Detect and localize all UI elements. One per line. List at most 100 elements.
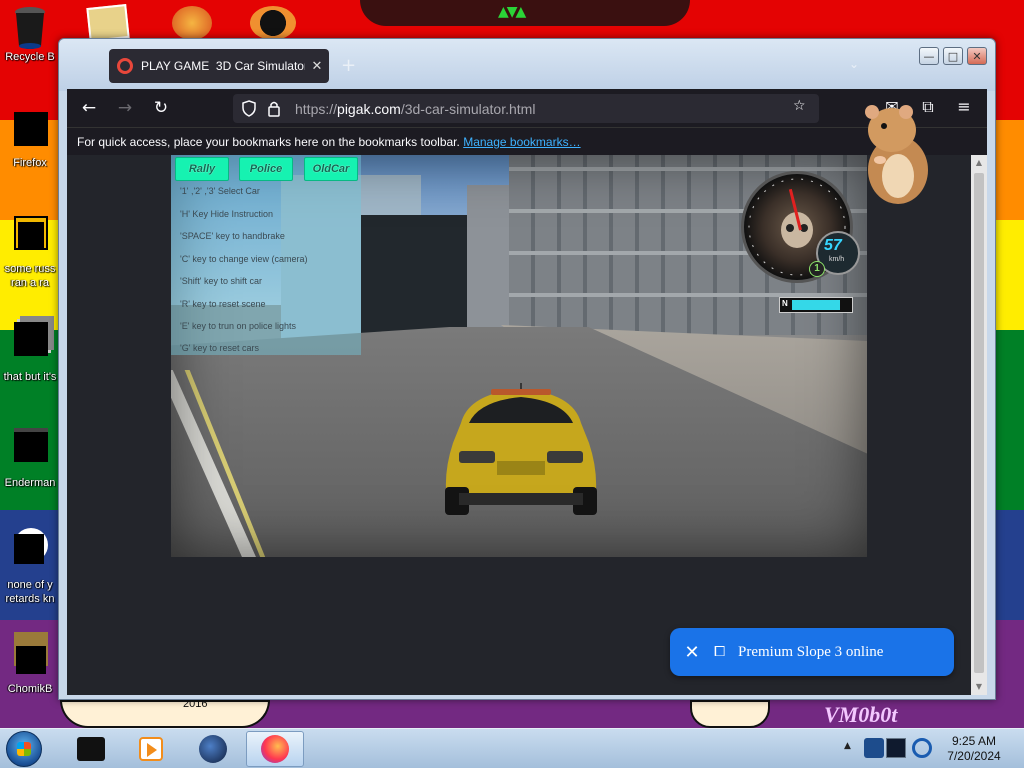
minimize-button[interactable]: —: [919, 47, 939, 65]
system-clock[interactable]: 9:25 AM 7/20/2024: [934, 734, 1014, 764]
menu-hamburger-icon[interactable]: ≡: [953, 97, 975, 116]
tracking-protection-shield-icon[interactable]: [241, 100, 257, 117]
firefox-icon: [14, 112, 48, 146]
desktop-icon-label: none of y: [7, 579, 53, 591]
instruction-line: 'C' key to change view (camera): [180, 254, 308, 264]
scroll-down-arrow-icon[interactable]: ▼: [971, 679, 987, 695]
taskbar-app-1[interactable]: [62, 731, 120, 767]
car-button-police[interactable]: Police: [239, 157, 293, 181]
desktop-pet-hamster-icon[interactable]: [858, 100, 934, 208]
instruction-line: '1' ,'2' ,'3' Select Car: [180, 186, 260, 196]
close-window-button[interactable]: ✕: [967, 47, 987, 65]
network-icon[interactable]: [886, 738, 906, 758]
toast-notification[interactable]: ✕ ⧠ Premium Slope 3 online: [670, 628, 954, 676]
url-host: pigak.com: [337, 101, 401, 117]
taskbar: ▲ 9:25 AM 7/20/2024: [0, 728, 1024, 768]
toast-label[interactable]: Premium Slope 3 online: [738, 644, 883, 661]
wallpaper-signature: VM0b0t: [824, 702, 898, 727]
reload-button[interactable]: ↻: [149, 97, 173, 119]
speed-value: 57: [824, 237, 842, 254]
url-bar[interactable]: https://pigak.com/3d-car-simulator.html …: [233, 94, 819, 123]
url-text[interactable]: https://pigak.com/3d-car-simulator.html: [295, 101, 535, 117]
manage-bookmarks-link[interactable]: Manage bookmarks…: [463, 135, 580, 149]
show-hidden-icons-chevron-icon[interactable]: ▲: [844, 741, 851, 751]
instruction-line: 'Shift' key to shift car: [180, 276, 262, 286]
instruction-line: 'H' Key Hide Instruction: [180, 209, 273, 219]
lock-icon[interactable]: [267, 100, 281, 117]
title-bar[interactable]: PLAY GAME 3D Car Simulator ✕ + ⌄ — □ ✕: [59, 39, 995, 91]
player-car: [445, 383, 597, 515]
maximize-icon: □: [947, 49, 959, 63]
sync-icon[interactable]: [912, 738, 932, 758]
tab-play-game[interactable]: PLAY GAME 3D Car Simulator ✕: [109, 49, 329, 83]
car-button-rally[interactable]: Rally: [175, 157, 229, 181]
url-scheme: https://: [295, 101, 338, 117]
navigation-toolbar: ← → ↻ https://pigak.com/3d-car-simulator…: [67, 89, 987, 127]
desktop-icon-video-1[interactable]: some russ ran a ra: [0, 216, 60, 290]
wallpaper-cartoon-right: [690, 700, 770, 728]
tab-title: PLAY GAME 3D Car Simulator: [141, 59, 305, 73]
video-file-icon: [14, 216, 48, 250]
desktop-icon-label: Enderman: [4, 477, 56, 489]
nitro-bar: N: [779, 297, 853, 313]
instruction-panel: Rally Police OldCar '1' ,'2' ,'3' Select…: [171, 155, 361, 355]
page-content: Rally Police OldCar '1' ,'2' ,'3' Select…: [67, 155, 987, 695]
device-icon: ⧠: [714, 644, 726, 660]
bookmark-star-icon[interactable]: ☆: [793, 98, 806, 114]
maximize-button[interactable]: □: [943, 47, 963, 65]
desktop-icon-label: some russ: [4, 263, 56, 275]
desktop-icon-label-line2: ran a ra: [11, 277, 49, 289]
scrollbar-thumb[interactable]: [974, 173, 984, 673]
clock-time: 9:25 AM: [951, 734, 997, 748]
taskbar-app-3[interactable]: [184, 731, 242, 767]
building-tower: [467, 185, 513, 345]
car-button-oldcar[interactable]: OldCar: [304, 157, 358, 181]
new-tab-icon[interactable]: +: [341, 55, 356, 76]
recycle-bin-icon: [15, 7, 45, 49]
instruction-line: 'G' key to reset cars: [180, 343, 259, 353]
desktop-icon-recycle-bin[interactable]: Recycle B: [0, 6, 60, 64]
browser-window: PLAY GAME 3D Car Simulator ✕ + ⌄ — □ ✕ ←…: [58, 38, 996, 700]
wallpaper-cartoon-left: [60, 700, 270, 728]
site-favicon-icon: [117, 58, 133, 74]
scroll-up-arrow-icon[interactable]: ▲: [971, 155, 987, 171]
url-path: /3d-car-simulator.html: [400, 101, 536, 117]
nitro-bar-fill: [792, 300, 840, 310]
desktop-icon-video-2[interactable]: none of y retards kn: [0, 528, 60, 606]
desktop-icon-firefox[interactable]: Firefox: [0, 112, 60, 170]
desktop-icon-chomik[interactable]: ChomikB: [0, 632, 60, 696]
taskbar-media-player[interactable]: [122, 731, 180, 767]
firefox-icon: [261, 735, 289, 763]
list-all-tabs-chevron-icon[interactable]: ⌄: [849, 57, 859, 71]
forward-button[interactable]: →: [113, 97, 137, 119]
instruction-line: 'SPACE' key to handbrake: [180, 231, 285, 241]
stacked-files-icon: [14, 322, 48, 356]
bookmarks-message: For quick access, place your bookmarks h…: [77, 135, 460, 149]
tray-app-icon[interactable]: [864, 738, 884, 758]
wallpaper-dark-arch: [360, 0, 690, 26]
globe-app-icon: [199, 735, 227, 763]
desktop-icon-app-top[interactable]: [172, 6, 212, 40]
back-button[interactable]: ←: [77, 97, 101, 119]
wallpaper-eyes: ▲▼▲: [498, 4, 526, 20]
desktop-icon-label: Firefox: [13, 157, 47, 169]
desktop-icon-enderman[interactable]: Enderman: [0, 428, 60, 490]
media-file-icon: [14, 528, 48, 564]
clock-date: 7/20/2024: [947, 749, 1001, 763]
minimize-icon: —: [923, 49, 935, 63]
vertical-scrollbar[interactable]: ▲ ▼: [971, 155, 987, 695]
desktop-icon-label: Recycle B: [5, 51, 55, 63]
game-canvas[interactable]: Rally Police OldCar '1' ,'2' ,'3' Select…: [171, 155, 867, 557]
desktop-icon-label-line2: retards kn: [5, 593, 55, 605]
close-icon[interactable]: ✕: [305, 58, 329, 74]
bookmarks-toolbar: For quick access, place your bookmarks h…: [67, 127, 987, 155]
taskbar-firefox[interactable]: [246, 731, 304, 767]
start-button[interactable]: [6, 731, 42, 767]
desktop-icon-ring-top[interactable]: [250, 6, 296, 40]
desktop-icon-folder[interactable]: that but it's: [0, 322, 60, 384]
hamster-image-icon: [14, 632, 48, 674]
instruction-line: 'E' key to trun on police lights: [180, 321, 296, 331]
gear-indicator: 1: [809, 261, 825, 277]
close-icon[interactable]: ✕: [670, 642, 714, 663]
desktop-icon-folder-top[interactable]: [86, 4, 130, 42]
